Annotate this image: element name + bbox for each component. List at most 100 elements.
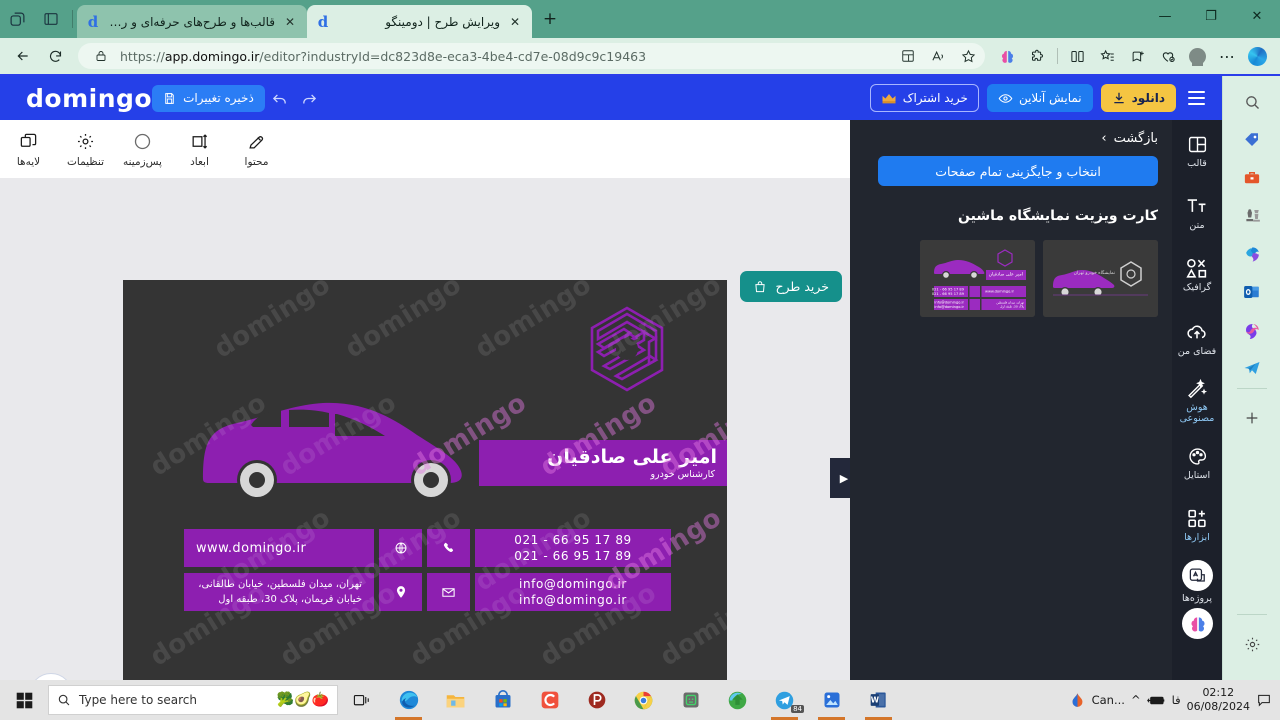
- tool-item-content[interactable]: محتوا: [228, 131, 285, 168]
- taskbar-app-green[interactable]: [667, 680, 714, 720]
- card-contact-grid: 021 - 66 95 17 89 021 - 66 95 17 89 www.…: [184, 529, 671, 617]
- domingo-editor-app: domingo ذخیره تغییرات خرید اشتراک نمایش …: [0, 76, 1280, 720]
- card-front-thumbnail[interactable]: امیر علی صادقیان 021 - 66 95 17 89 021 -…: [920, 240, 1035, 317]
- taskbar-app-edge[interactable]: [385, 680, 432, 720]
- task-view-icon[interactable]: [338, 680, 385, 720]
- business-card-design[interactable]: نمایشگاه خودرو تهران امیر علی صادقیان کا…: [123, 280, 727, 686]
- hamburger-menu-icon[interactable]: [1182, 84, 1210, 112]
- notification-bell-icon[interactable]: [1256, 692, 1272, 708]
- search-icon[interactable]: [1240, 90, 1264, 114]
- tools-briefcase-icon[interactable]: [1240, 166, 1264, 190]
- toolbar-right-icons: ⋯: [993, 42, 1272, 70]
- designer-icon[interactable]: [1240, 318, 1264, 342]
- settings-gear-icon[interactable]: [1240, 632, 1264, 656]
- taskbar-clock[interactable]: 02:12 06/08/2024: [1187, 686, 1250, 714]
- app-header: domingo ذخیره تغییرات خرید اشتراک نمایش …: [0, 76, 1222, 120]
- collections-icon[interactable]: [1123, 42, 1152, 70]
- browser-essentials-icon[interactable]: [1153, 42, 1182, 70]
- editor-canvas-area[interactable]: خرید طرح امیر علی صادقیان کارشناس خودرو …: [0, 178, 850, 718]
- reload-icon[interactable]: [40, 42, 70, 70]
- tabstrip-divider: [72, 10, 73, 28]
- copilot-brain-icon[interactable]: [993, 42, 1022, 70]
- taskbar-app-p[interactable]: [573, 680, 620, 720]
- taskbar-app-microsoft-store[interactable]: [479, 680, 526, 720]
- taskbar-app-chrome[interactable]: [620, 680, 667, 720]
- outlook-icon[interactable]: [1240, 280, 1264, 304]
- rail-item-tools[interactable]: ابزارها: [1172, 506, 1222, 543]
- back-navigation-icon[interactable]: [8, 42, 38, 70]
- browser-tab-2[interactable]: d ویرایش طرح | دومینگو ✕: [307, 5, 532, 38]
- redo-button[interactable]: [295, 83, 325, 113]
- tray-overflow-icon[interactable]: ^: [1131, 693, 1141, 707]
- taskbar-search-placeholder: Type here to search: [79, 693, 197, 707]
- windows-start-icon[interactable]: [0, 680, 48, 720]
- projects-icon: [1189, 568, 1205, 582]
- rail-item-graphics[interactable]: گرافیک: [1172, 256, 1222, 293]
- chevron-right-icon: ▶: [839, 471, 849, 485]
- rail-item-style[interactable]: استایل: [1172, 444, 1222, 481]
- battery-charging-icon[interactable]: [1146, 694, 1166, 707]
- language-indicator[interactable]: فا: [1172, 693, 1181, 707]
- domingo-logo[interactable]: domingo: [26, 84, 152, 113]
- taskbar-app-file-explorer[interactable]: [432, 680, 479, 720]
- copilot-icon[interactable]: [1240, 242, 1264, 266]
- undo-button[interactable]: [265, 83, 295, 113]
- copilot-icon[interactable]: [1243, 42, 1272, 70]
- tray-app-label[interactable]: Can...: [1092, 693, 1125, 707]
- tab-search-icon[interactable]: [0, 0, 34, 38]
- favorites-list-icon[interactable]: [1093, 42, 1122, 70]
- settings-more-icon[interactable]: ⋯: [1213, 42, 1242, 70]
- rail-item-projects[interactable]: [1182, 560, 1213, 591]
- tool-item-layers[interactable]: لایه‌ها: [0, 131, 57, 168]
- favorite-star-icon[interactable]: [957, 45, 979, 67]
- svg-text:W: W: [870, 696, 879, 705]
- rail-copilot-button[interactable]: [1182, 608, 1213, 639]
- taskbar-app-telegram[interactable]: 84: [761, 680, 808, 720]
- envelope-icon: [427, 573, 470, 611]
- window-close-button[interactable]: ✕: [1234, 0, 1280, 32]
- toolbar-divider: [1057, 48, 1058, 64]
- split-window-icon[interactable]: [1063, 42, 1092, 70]
- browser-tab-1-close-icon[interactable]: ✕: [282, 14, 298, 30]
- online-preview-button[interactable]: نمایش آنلاین: [986, 84, 1093, 112]
- replace-all-pages-button[interactable]: انتخاب و جایگزینی تمام صفحات: [878, 156, 1158, 186]
- new-tab-button[interactable]: +: [536, 5, 564, 33]
- save-changes-button[interactable]: ذخیره تغییرات: [152, 84, 265, 112]
- games-chess-icon[interactable]: [1240, 204, 1264, 228]
- window-minimize-button[interactable]: —: [1142, 0, 1188, 32]
- browser-tab-2-close-icon[interactable]: ✕: [507, 14, 523, 30]
- add-plus-icon[interactable]: [1240, 406, 1264, 430]
- rail-item-ai[interactable]: هوش مصنوعی: [1172, 376, 1222, 424]
- tool-item-settings[interactable]: تنظیمات: [57, 131, 114, 168]
- read-aloud-icon[interactable]: [927, 45, 949, 67]
- extensions-icon[interactable]: [1023, 42, 1052, 70]
- taskbar-search-box[interactable]: Type here to search 🥦🥑🍅: [48, 685, 338, 715]
- tool-item-background[interactable]: پس‌زمینه: [114, 131, 171, 168]
- tool-item-layers-label: لایه‌ها: [16, 155, 41, 168]
- search-emoji-icons: 🥦🥑🍅: [276, 692, 329, 708]
- window-maximize-button[interactable]: ❐: [1188, 0, 1234, 32]
- browser-tab-1[interactable]: d قالب‌ها و طرح‌های حرفه‌ای و رایگان ✕: [77, 5, 307, 38]
- split-screen-icon[interactable]: [897, 45, 919, 67]
- buy-subscription-button[interactable]: خرید اشتراک: [869, 84, 979, 112]
- taskbar-app-photos[interactable]: [808, 680, 855, 720]
- telegram-send-icon[interactable]: [1240, 356, 1264, 380]
- taskbar-app-idm[interactable]: [714, 680, 761, 720]
- tag-shopping-icon[interactable]: [1240, 128, 1264, 152]
- address-bar[interactable]: https://app.domingo.ir/editor?industryId…: [78, 43, 985, 69]
- tool-item-dimensions[interactable]: ابعاد: [171, 131, 228, 168]
- tab-actions-icon[interactable]: [34, 0, 68, 38]
- tray-app-icon[interactable]: [1069, 692, 1086, 709]
- download-button[interactable]: دانلود: [1100, 84, 1176, 112]
- taskbar-app-c[interactable]: [526, 680, 573, 720]
- rail-item-template[interactable]: قالب: [1172, 132, 1222, 169]
- rail-item-my-space[interactable]: فضای من: [1172, 320, 1222, 357]
- taskbar-app-word[interactable]: W: [855, 680, 902, 720]
- buy-design-button[interactable]: خرید طرح: [740, 271, 842, 302]
- panel-back-link[interactable]: بازگشت ›: [1101, 131, 1158, 146]
- system-tray: Can... ^ فا 02:12 06/08/2024: [1069, 680, 1280, 720]
- watermark: domingo: [340, 280, 467, 365]
- rail-item-text[interactable]: متن: [1172, 194, 1222, 231]
- profile-icon[interactable]: [1183, 42, 1212, 70]
- card-back-thumbnail[interactable]: نمایشگاه خودرو تهران: [1043, 240, 1158, 317]
